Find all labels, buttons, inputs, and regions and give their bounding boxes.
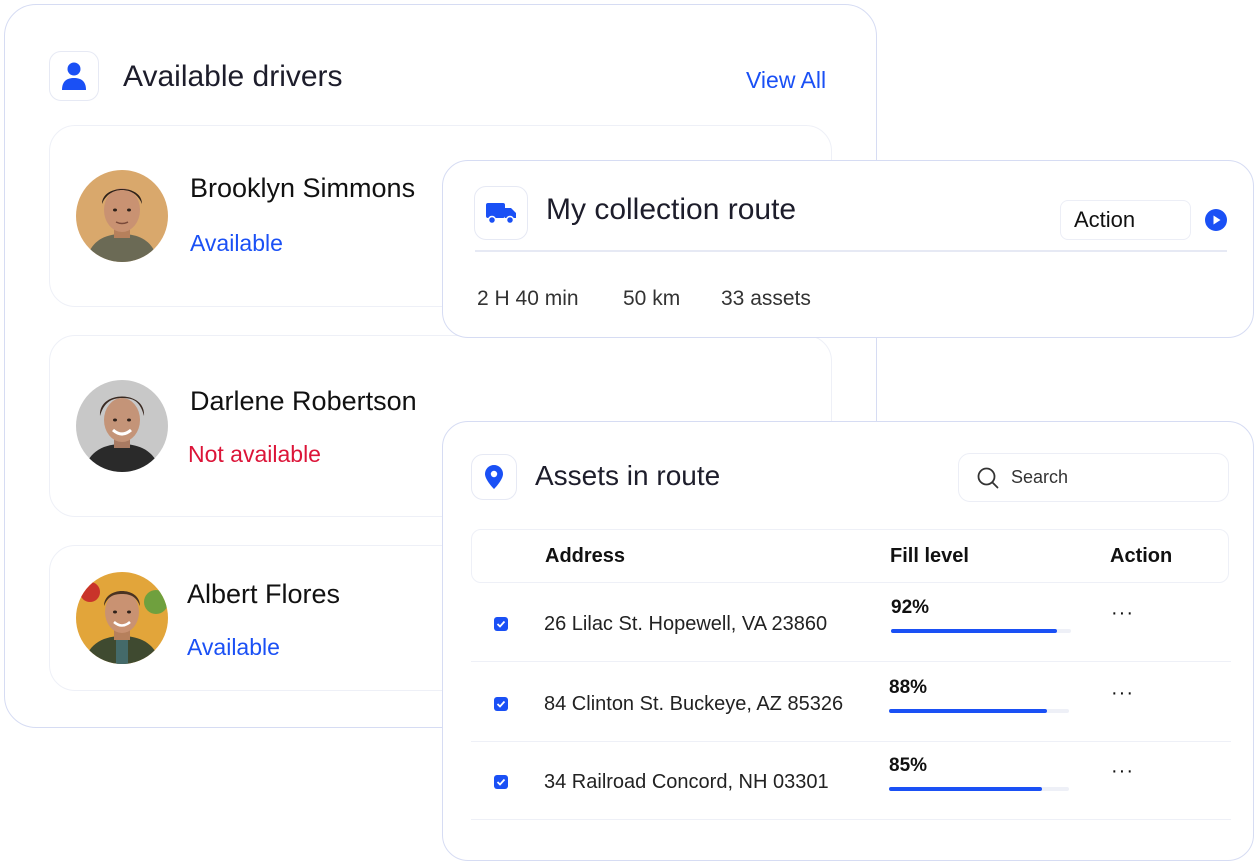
row-address: 26 Lilac St. Hopewell, VA 23860 <box>544 613 828 635</box>
fill-bar-value <box>889 709 1048 713</box>
fill-bar-value <box>891 629 1057 633</box>
column-header-fill-level: Fill level <box>890 545 969 567</box>
row-action-menu[interactable]: ··· <box>1111 602 1134 625</box>
driver-name: Darlene Robertson <box>190 386 417 416</box>
checkmark-icon <box>496 700 506 708</box>
driver-name: Albert Flores <box>187 579 341 609</box>
assets-title: Assets in route <box>535 460 721 491</box>
route-divider <box>475 250 1227 252</box>
search-box[interactable] <box>958 453 1229 502</box>
view-all-link[interactable]: View All <box>746 67 826 94</box>
table-header: Address Fill level Action <box>471 529 1229 583</box>
row-fill-label: 92% <box>891 597 930 618</box>
location-pin-icon <box>485 465 503 489</box>
user-icon <box>62 62 86 90</box>
avatar <box>76 380 168 472</box>
row-address: 84 Clinton St. Buckeye, AZ 85326 <box>544 693 844 715</box>
play-icon[interactable] <box>1205 209 1227 231</box>
checkmark-icon <box>496 620 506 628</box>
row-address: 34 Railroad Concord, NH 03301 <box>544 771 829 793</box>
route-assets-count: 33 assets <box>721 287 811 310</box>
driver-status: Not available <box>188 441 321 467</box>
checkmark-icon <box>496 778 506 786</box>
assets-icon-box <box>471 454 517 500</box>
column-header-address: Address <box>545 545 626 567</box>
route-distance: 50 km <box>623 287 681 310</box>
assets-in-route-card: Assets in route Address Fill level Actio… <box>442 421 1254 861</box>
collection-route-card: My collection route Action 2 H 40 min 50… <box>442 160 1254 338</box>
table-row: 34 Railroad Concord, NH 03301 85% ··· <box>471 740 1231 820</box>
drivers-title: Available drivers <box>123 60 343 93</box>
row-action-menu[interactable]: ··· <box>1111 760 1134 783</box>
row-checkbox[interactable] <box>494 617 508 631</box>
truck-icon <box>486 203 516 225</box>
search-icon <box>977 467 999 489</box>
column-header-action: Action <box>1110 545 1173 567</box>
avatar <box>76 170 168 262</box>
fill-bar <box>889 709 1069 713</box>
fill-bar <box>889 787 1069 791</box>
driver-status: Available <box>187 634 280 660</box>
fill-bar <box>891 629 1071 633</box>
row-action-menu[interactable]: ··· <box>1111 682 1134 705</box>
drivers-icon-box <box>49 51 99 101</box>
row-fill-label: 88% <box>889 677 928 698</box>
driver-name: Brooklyn Simmons <box>190 173 416 203</box>
row-fill-label: 85% <box>889 755 928 776</box>
route-action-button[interactable]: Action <box>1060 200 1191 240</box>
route-duration: 2 H 40 min <box>477 287 579 310</box>
row-checkbox[interactable] <box>494 697 508 711</box>
search-input[interactable] <box>1011 467 1211 488</box>
route-title: My collection route <box>546 193 797 226</box>
fill-bar-value <box>889 787 1042 791</box>
avatar <box>76 572 168 664</box>
driver-status: Available <box>190 230 283 256</box>
route-icon-box <box>474 186 528 240</box>
table-row: 26 Lilac St. Hopewell, VA 23860 92% ··· <box>471 582 1231 662</box>
row-checkbox[interactable] <box>494 775 508 789</box>
table-row: 84 Clinton St. Buckeye, AZ 85326 88% ··· <box>471 662 1231 742</box>
